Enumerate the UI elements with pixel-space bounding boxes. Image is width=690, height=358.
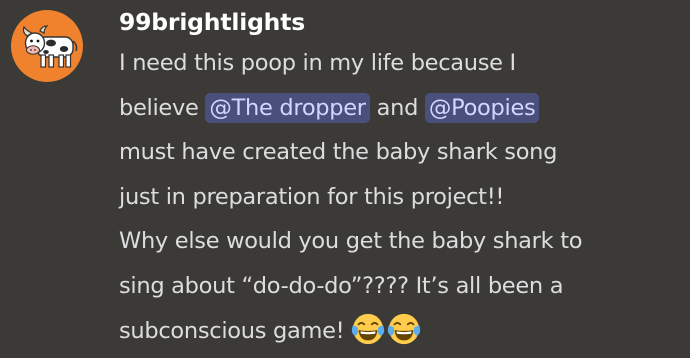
message-text: just in preparation for this project!! — [119, 183, 505, 210]
message-line: just in preparation for this project!! — [119, 175, 684, 220]
message-line: believe @The dropper and @Poopies — [119, 86, 684, 131]
cow-avatar-icon — [22, 25, 78, 68]
message-text: believe — [119, 94, 206, 121]
message-line: subconscious game! — [119, 309, 684, 354]
message-text: and — [369, 94, 425, 121]
message-text: Why else would you get the baby shark to — [119, 228, 583, 255]
chat-message: 99brightlights I need this poop in my li… — [0, 0, 690, 358]
message-line: I need this poop in my life because I — [119, 41, 684, 86]
message-line: Why else would you get the baby shark to — [119, 219, 684, 264]
message-text: sing about “do-do-do”???? It’s all been … — [119, 272, 564, 299]
message-text: I need this poop in my life because I — [119, 50, 516, 76]
avatar[interactable] — [11, 10, 83, 82]
user-mention[interactable]: @The dropper — [205, 92, 370, 123]
message-content: 99brightlights I need this poop in my li… — [119, 3, 684, 353]
user-mention[interactable]: @Poopies — [424, 92, 540, 123]
message-line: sing about “do-do-do”???? It’s all been … — [119, 264, 684, 309]
joy-emoji-icon — [388, 313, 421, 344]
joy-emoji-icon — [352, 313, 385, 344]
message-text: must have created the baby shark song — [119, 139, 558, 166]
message-body: I need this poop in my life because I bel… — [119, 41, 684, 353]
message-text: subconscious game! — [119, 317, 352, 344]
message-author[interactable]: 99brightlights — [119, 3, 684, 41]
message-line: must have created the baby shark song — [119, 130, 684, 175]
